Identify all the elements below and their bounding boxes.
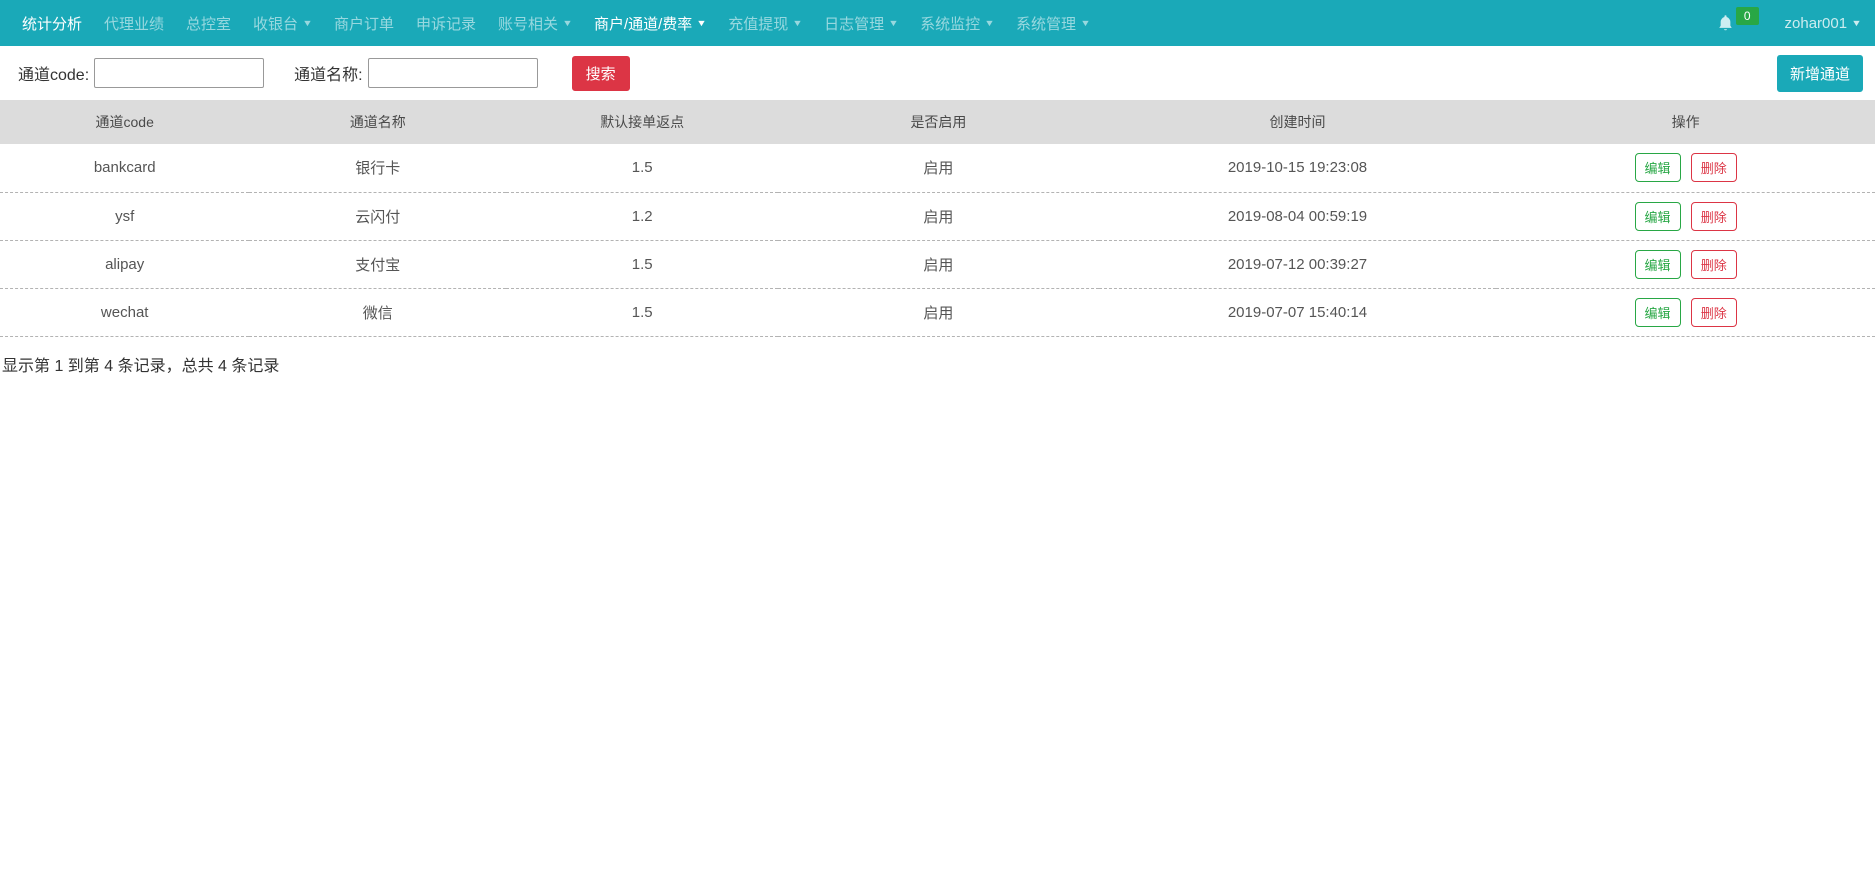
edit-button[interactable]: 编辑 <box>1635 202 1681 231</box>
cell-enabled: 启用 <box>778 192 1099 240</box>
cell-actions: 编辑 删除 <box>1496 288 1875 336</box>
cell-enabled: 启用 <box>778 144 1099 192</box>
table-row: bankcard 银行卡 1.5 启用 2019-10-15 19:23:08 … <box>0 144 1875 192</box>
nav-item-5[interactable]: 申诉记录 <box>405 13 487 34</box>
cell-channel-name: 支付宝 <box>249 240 506 288</box>
column-header: 是否启用 <box>778 100 1099 144</box>
user-menu[interactable]: zohar001 ▼ <box>1785 15 1861 32</box>
nav-item-6[interactable]: 账号相关 ▼ <box>487 13 583 34</box>
cell-channel-name: 云闪付 <box>249 192 506 240</box>
cell-enabled: 启用 <box>778 240 1099 288</box>
table-row: ysf 云闪付 1.2 启用 2019-08-04 00:59:19 编辑 删除 <box>0 192 1875 240</box>
nav-item-2[interactable]: 总控室 <box>175 13 242 34</box>
cell-actions: 编辑 删除 <box>1496 144 1875 192</box>
nav-item-7[interactable]: 商户/通道/费率 ▼ <box>583 13 717 34</box>
search-toolbar: 通道code: 通道名称: 搜索 新增通道 <box>0 46 1875 100</box>
channel-table: 通道code通道名称默认接单返点是否启用创建时间操作 bankcard 银行卡 … <box>0 100 1875 337</box>
cell-created-time: 2019-07-12 00:39:27 <box>1099 240 1497 288</box>
notification-count-badge: 0 <box>1736 7 1759 25</box>
cell-enabled: 启用 <box>778 288 1099 336</box>
column-header: 通道名称 <box>249 100 506 144</box>
nav-item-11[interactable]: 系统管理 ▼ <box>1005 13 1101 34</box>
column-header: 操作 <box>1496 100 1875 144</box>
record-count-summary: 显示第 1 到第 4 条记录，总共 4 条记录 <box>0 352 1875 376</box>
nav-menu: 统计分析 代理业绩 总控室 收银台 ▼ 商户订单 申诉记录 账号相关 ▼ 商户/… <box>12 13 1101 34</box>
column-header: 默认接单返点 <box>506 100 778 144</box>
cell-created-time: 2019-07-07 15:40:14 <box>1099 288 1497 336</box>
nav-item-8[interactable]: 充值提现 ▼ <box>717 13 813 34</box>
nav-item-4[interactable]: 商户订单 <box>323 13 405 34</box>
add-channel-button[interactable]: 新增通道 <box>1777 55 1863 92</box>
cell-rebate: 1.2 <box>506 192 778 240</box>
channel-name-input[interactable] <box>368 58 538 88</box>
caret-down-icon: ▼ <box>302 19 313 28</box>
cell-actions: 编辑 删除 <box>1496 240 1875 288</box>
caret-down-icon: ▼ <box>888 19 899 28</box>
channel-code-label: 通道code: <box>18 61 89 85</box>
edit-button[interactable]: 编辑 <box>1635 298 1681 327</box>
caret-down-icon: ▼ <box>984 19 995 28</box>
search-button[interactable]: 搜索 <box>572 56 630 91</box>
delete-button[interactable]: 删除 <box>1691 298 1737 327</box>
column-header: 创建时间 <box>1099 100 1497 144</box>
cell-channel-code: alipay <box>0 240 249 288</box>
caret-down-icon: ▼ <box>696 19 707 28</box>
cell-channel-name: 银行卡 <box>249 144 506 192</box>
cell-created-time: 2019-08-04 00:59:19 <box>1099 192 1497 240</box>
table-row: alipay 支付宝 1.5 启用 2019-07-12 00:39:27 编辑… <box>0 240 1875 288</box>
nav-item-10[interactable]: 系统监控 ▼ <box>909 13 1005 34</box>
username-label: zohar001 <box>1785 15 1848 32</box>
top-navbar: 统计分析 代理业绩 总控室 收银台 ▼ 商户订单 申诉记录 账号相关 ▼ 商户/… <box>0 0 1875 46</box>
navbar-right: 0 zohar001 ▼ <box>1717 14 1861 33</box>
caret-down-icon: ▼ <box>1851 19 1862 28</box>
column-header: 通道code <box>0 100 249 144</box>
caret-down-icon: ▼ <box>792 19 803 28</box>
cell-created-time: 2019-10-15 19:23:08 <box>1099 144 1497 192</box>
nav-item-9[interactable]: 日志管理 ▼ <box>813 13 909 34</box>
cell-rebate: 1.5 <box>506 144 778 192</box>
bell-icon <box>1717 14 1734 33</box>
table-row: wechat 微信 1.5 启用 2019-07-07 15:40:14 编辑 … <box>0 288 1875 336</box>
notifications-button[interactable]: 0 <box>1717 14 1759 33</box>
edit-button[interactable]: 编辑 <box>1635 250 1681 279</box>
channel-code-input[interactable] <box>94 58 264 88</box>
nav-item-3[interactable]: 收银台 ▼ <box>242 13 323 34</box>
cell-channel-name: 微信 <box>249 288 506 336</box>
nav-item-1[interactable]: 代理业绩 <box>93 13 175 34</box>
cell-actions: 编辑 删除 <box>1496 192 1875 240</box>
table-header: 通道code通道名称默认接单返点是否启用创建时间操作 <box>0 100 1875 144</box>
search-group: 通道code: 通道名称: 搜索 <box>18 56 630 91</box>
edit-button[interactable]: 编辑 <box>1635 153 1681 182</box>
delete-button[interactable]: 删除 <box>1691 153 1737 182</box>
cell-channel-code: wechat <box>0 288 249 336</box>
nav-item-0[interactable]: 统计分析 <box>12 13 93 34</box>
delete-button[interactable]: 删除 <box>1691 250 1737 279</box>
channel-name-label: 通道名称: <box>294 61 362 85</box>
cell-channel-code: bankcard <box>0 144 249 192</box>
caret-down-icon: ▼ <box>1080 19 1091 28</box>
cell-channel-code: ysf <box>0 192 249 240</box>
cell-rebate: 1.5 <box>506 240 778 288</box>
caret-down-icon: ▼ <box>562 19 573 28</box>
delete-button[interactable]: 删除 <box>1691 202 1737 231</box>
cell-rebate: 1.5 <box>506 288 778 336</box>
